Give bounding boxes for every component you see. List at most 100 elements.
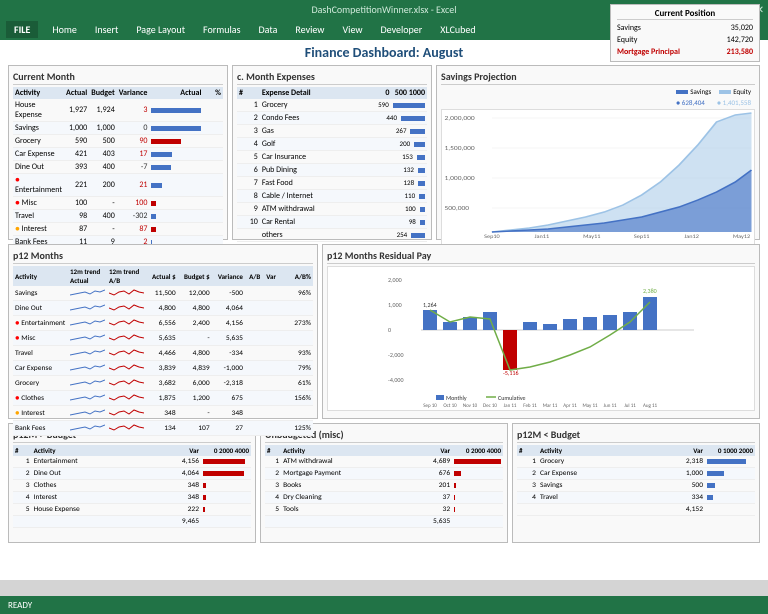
p12-budget: 1,200 [178,391,212,406]
un-bar [452,492,503,504]
cm-variance: 3 [117,99,150,122]
svg-text:Jun 11: Jun 11 [603,403,617,409]
svg-text:Sep 10: Sep 10 [423,403,437,409]
me-bar: 153 [367,151,427,164]
svg-text:Monthly: Monthly [446,394,467,402]
under-bar [705,504,755,516]
ready-label: READY [8,600,32,611]
svg-text:Mar 11: Mar 11 [543,403,558,409]
cm-activity: ● Entertainment [13,174,64,197]
under-bar [705,492,755,504]
cm-budget: 400 [89,210,117,223]
p12m-over-table: # Activity Var 0 2000 4000 1 Entertainme… [13,445,251,528]
cm-actual: 100 [64,197,89,210]
p12-variance: 27 [212,421,245,436]
insert-tab[interactable]: Insert [87,21,127,38]
bottom-row: p12 Months Activity 12m trend Actual 12m… [8,244,760,419]
un-num [265,516,281,528]
over-bar [201,480,251,492]
p12-title: p12 Months [13,249,313,264]
over-num: 1 [13,456,32,468]
p12-actual: 3,682 [146,376,178,391]
me-num: 5 [237,151,260,164]
p12-pct: 93% [278,346,313,361]
p12-activity: ● Misc [13,331,68,346]
un-activity: Tools [281,504,409,516]
p12-actual: 1,875 [146,391,178,406]
under-var: 4,152 [648,504,705,516]
p12-activity: ● Interest [13,406,68,421]
p12-budget: 4,839 [178,361,212,376]
p12-trend1 [68,331,107,346]
over-var: 4,064 [151,468,201,480]
p12-trend2 [107,376,146,391]
me-num: 10 [237,216,260,229]
p12-ab [245,391,262,406]
p12-var2 [262,361,278,376]
page-layout-tab[interactable]: Page Layout [128,21,193,38]
file-tab[interactable]: FILE [6,21,38,38]
un-bar [452,516,503,528]
svg-text:May 11: May 11 [582,403,598,409]
p12-activity: ● Entertainment [13,316,68,331]
col-bars: Actual [149,87,203,99]
svg-text:1,000,000: 1,000,000 [444,175,475,182]
p12-actual: 11,500 [146,286,178,301]
current-month-title: Current Month [13,70,223,85]
svg-text:Sep10: Sep10 [484,234,500,240]
me-bar: 590 [367,99,427,112]
me-num: 1 [237,99,260,112]
p12-ab [245,376,262,391]
svg-text:-5,116: -5,116 [503,369,519,377]
over-bar [201,516,251,528]
cp-equity-label: Equity [617,40,637,45]
view-tab[interactable]: View [334,21,370,38]
un-var: 4,689 [409,456,452,468]
under-num: 4 [517,492,538,504]
over-var: 9,465 [151,516,201,528]
data-tab[interactable]: Data [251,21,286,38]
under-bar [705,468,755,480]
p12-var2 [262,286,278,301]
p12-actual: 3,839 [146,361,178,376]
un-activity: ATM withdrawal [281,456,409,468]
p12-budget: 107 [178,421,212,436]
p12-col-trend1: 12m trend Actual [68,266,107,286]
home-tab[interactable]: Home [44,21,84,38]
svg-text:1,000: 1,000 [388,301,402,309]
over-var: 222 [151,504,201,516]
cm-variance: 21 [117,174,150,197]
cp-equity-value: 142,720 [727,40,753,45]
col-activity: Activity [13,87,64,99]
cm-bar [149,174,203,197]
cm-bar [149,99,203,122]
me-bar: 254 [367,229,427,242]
me-bar: 132 [367,164,427,177]
p12-trend1 [68,406,107,421]
review-tab[interactable]: Review [287,21,332,38]
xlcubed-tab[interactable]: XLCubed [432,21,483,38]
p12-trend1 [68,391,107,406]
p12-trend2 [107,346,146,361]
p12-trend2 [107,331,146,346]
p12-variance: 5,635 [212,331,245,346]
p12-pct: 96% [278,286,313,301]
cm-actual: 1,927 [64,99,89,122]
over-num: 2 [13,468,32,480]
me-num: 2 [237,112,260,125]
formulas-tab[interactable]: Formulas [195,21,248,38]
cp-mortgage-label: Mortgage Principal [617,47,680,57]
svg-text:Jan11: Jan11 [535,234,550,240]
developer-tab[interactable]: Developer [373,21,431,38]
month-expenses-panel: c. Month Expenses # Expense Detail 0 500… [232,65,432,240]
p12-var2 [262,391,278,406]
un-bar [452,468,503,480]
savings-final: ● 628,404 [676,98,705,107]
p12-budget: - [178,331,212,346]
cm-variance: 17 [117,148,150,161]
savings-projection-panel: Savings Projection Savings Equity ● 628,… [436,65,760,240]
under-activity [538,504,648,516]
current-position-panel: Current Position Savings 35,020 Equity 1… [610,40,760,62]
over-num: 3 [13,480,32,492]
cm-bar [149,148,203,161]
